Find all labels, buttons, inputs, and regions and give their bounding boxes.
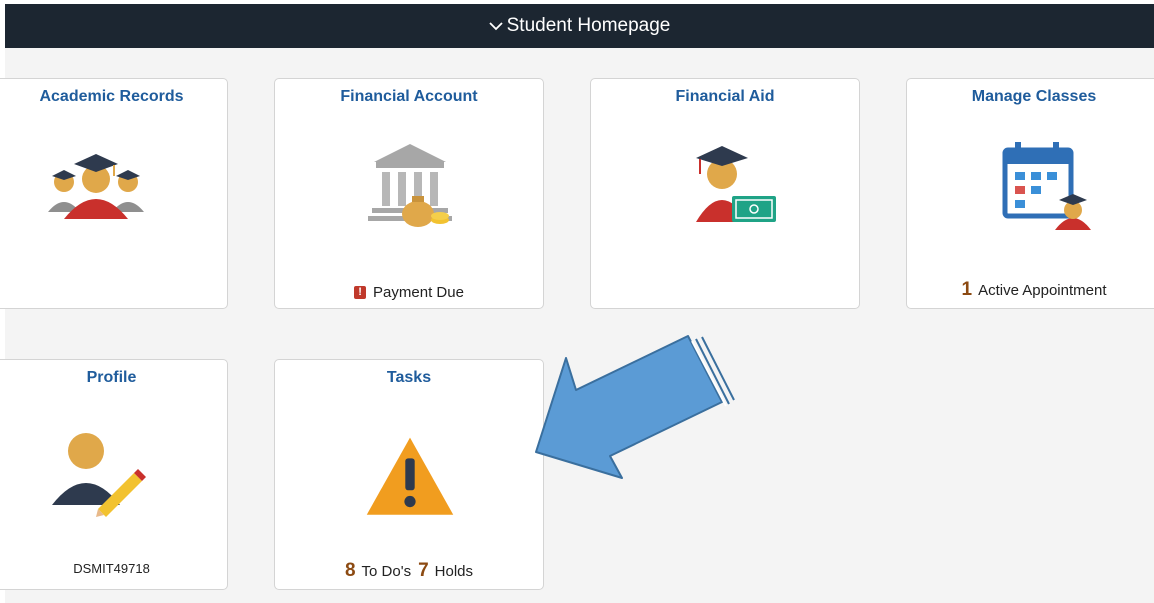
alert-icon: ! [354,286,367,299]
bank-moneybag-icon [368,144,452,227]
tile-academic-records[interactable]: Academic Records [0,78,228,309]
warning-icon [366,437,454,515]
appointment-label: Active Appointment [978,281,1107,299]
tile-financial-aid[interactable]: Financial Aid [590,78,860,309]
holds-label: Holds [434,562,474,580]
graduate-money-icon [696,146,776,222]
tile-status: ! Payment Due [275,284,543,301]
tile-status: DSMIT49718 [0,561,227,576]
tile-tasks[interactable]: Tasks 8 To Do's 7 Holds [274,359,544,590]
page-title: Student Homepage [506,15,671,36]
tile-title: Financial Account [340,88,478,105]
user-id: DSMIT49718 [73,561,150,576]
tile-title: Profile [86,369,137,386]
tile-title: Academic Records [39,88,184,105]
chevron-down-icon [488,22,503,31]
appointment-count: 1 [961,279,973,300]
tile-profile[interactable]: Profile DSMIT49718 [0,359,228,590]
todos-count: 8 [344,560,356,581]
tile-status: 8 To Do's 7 Holds [275,560,543,582]
person-pencil-icon [52,433,146,517]
todos-label: To Do's [361,562,412,580]
tile-title: Financial Aid [675,88,775,105]
annotation-arrow-icon [535,335,735,479]
payment-status-text: Payment Due [373,284,464,301]
tile-title: Manage Classes [971,88,1097,105]
tile-grid: Academic Records Financial Account ! Pay… [0,48,1154,603]
holds-count: 7 [418,560,429,581]
graduates-group-icon [48,154,144,219]
tile-title: Tasks [386,369,432,386]
tile-manage-classes[interactable]: Manage Classes 1 Active Appointment [906,78,1154,309]
page-header[interactable]: Student Homepage [5,4,1154,48]
calendar-graduate-icon [1002,142,1091,230]
tile-financial-account[interactable]: Financial Account ! Payment Due [274,78,544,309]
tile-status: 1 Active Appointment [907,279,1154,301]
